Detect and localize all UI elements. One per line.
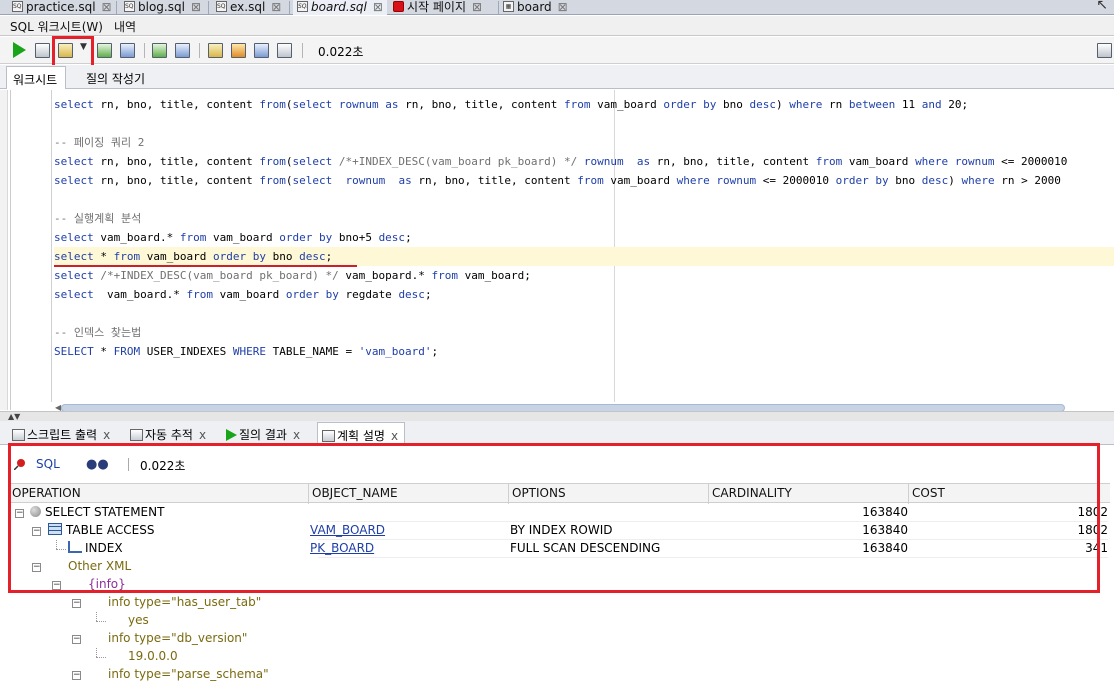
close-icon[interactable]: x	[391, 429, 398, 443]
code-line[interactable]: select vam_board.* from vam_board order …	[54, 228, 1114, 247]
editor-left-strip	[0, 90, 8, 410]
table-icon: ▦	[503, 1, 514, 12]
close-icon[interactable]: ⊠	[191, 0, 201, 14]
red-underline	[54, 265, 357, 267]
panel-splitter[interactable]: ▲▼	[0, 411, 1114, 421]
worksheet-tab-bar: SQL 워크시트(W) 내역	[0, 16, 1114, 36]
tab-sql-worksheet[interactable]: SQL 워크시트(W)	[10, 18, 103, 35]
tuning-icon	[120, 43, 135, 58]
file-tab-start-page[interactable]: 시작 페이지 ⊠	[393, 0, 482, 15]
file-tab-practice[interactable]: SQLpractice.sql⊠	[12, 0, 112, 15]
tree-node-has-user-tab[interactable]: − info type="has_user_tab"	[10, 594, 1110, 612]
worksheet-toolbar: ▼ 0.022초	[0, 37, 1114, 64]
autotrace-button[interactable]	[96, 42, 113, 59]
editor-subtab-bar: 워크시트 질의 작성기	[0, 65, 1114, 89]
sql-file-icon: SQL	[297, 1, 308, 12]
code-line[interactable]	[54, 114, 1114, 133]
explain-plan-icon	[322, 430, 335, 442]
file-tab-board[interactable]: ▦ board ⊠	[503, 0, 568, 15]
history-icon	[254, 43, 269, 58]
code-line[interactable]: select rn, bno, title, content from(sele…	[54, 171, 1114, 190]
tab-worksheet[interactable]: 워크시트	[6, 66, 67, 89]
file-tab-board-sql[interactable]: SQLboard.sql⊠	[293, 0, 387, 15]
clear-button[interactable]	[230, 42, 247, 59]
tab-query-result[interactable]: 질의 결과 x	[226, 426, 300, 443]
close-icon[interactable]: x	[199, 428, 206, 442]
close-icon[interactable]: ⊠	[271, 0, 281, 14]
tree-node-value: 19.0.0.0	[10, 648, 1110, 666]
script-icon	[35, 43, 50, 58]
play-icon	[226, 429, 237, 441]
code-line[interactable]: select rn, bno, title, content from(sele…	[54, 152, 1114, 171]
eraser-icon	[231, 43, 246, 58]
sql-file-icon: SQL	[12, 1, 23, 12]
resize-arrow-icon[interactable]: ↖	[1096, 0, 1108, 13]
code-line[interactable]: select /*+INDEX_DESC(vam_board pk_board)…	[54, 266, 1114, 285]
rollback-button[interactable]	[174, 42, 191, 59]
tab-autotrace[interactable]: 자동 추적 x	[130, 426, 206, 443]
sql-file-icon: SQL	[216, 1, 227, 12]
elapsed-time: 0.022초	[318, 45, 364, 59]
script-output-icon	[12, 429, 25, 441]
play-icon	[13, 42, 26, 58]
code-line[interactable]: select * from vam_board order by bno des…	[54, 247, 1114, 266]
code-line[interactable]: select vam_board.* from vam_board order …	[54, 285, 1114, 304]
tab-history[interactable]: 내역	[114, 18, 136, 35]
sql-history-button[interactable]	[253, 42, 270, 59]
file-tab-ex[interactable]: SQLex.sql⊠	[216, 0, 281, 15]
sql-tuning-button[interactable]	[119, 42, 136, 59]
tab-explain-plan[interactable]: 계획 설명 x	[317, 422, 406, 445]
tree-node-parse-schema[interactable]: − info type="parse_schema"	[10, 666, 1110, 683]
output-tab-bar: 스크립트 출력 x 자동 추적 x 질의 결과 x 계획 설명 x	[0, 421, 1114, 445]
code-area[interactable]: select rn, bno, title, content from(sele…	[54, 95, 1114, 361]
tree-node-value: yes	[10, 612, 1110, 630]
tab-query-builder[interactable]: 질의 작성기	[86, 70, 145, 87]
code-line[interactable]: SELECT * FROM USER_INDEXES WHERE TABLE_N…	[54, 342, 1114, 361]
code-comment-line[interactable]: -- 인덱스 찾는법	[54, 323, 1114, 342]
code-comment-line[interactable]: -- 실행계획 분석	[54, 209, 1114, 228]
code-comment-line[interactable]: -- 페이징 쿼리 2	[54, 133, 1114, 152]
autotrace-icon	[130, 429, 143, 441]
close-icon[interactable]: x	[103, 428, 110, 442]
close-icon[interactable]: ⊠	[558, 0, 568, 14]
sql-file-icon: SQL	[124, 1, 135, 12]
autotrace-icon	[97, 43, 112, 58]
run-script-button[interactable]	[34, 42, 51, 59]
close-icon[interactable]: ⊠	[373, 0, 383, 14]
file-tab-bar: SQLpractice.sql⊠ SQLblog.sql⊠ SQLex.sql⊠…	[0, 0, 1114, 15]
rollback-icon	[175, 43, 190, 58]
code-line[interactable]	[54, 190, 1114, 209]
connection-button[interactable]	[1096, 42, 1113, 59]
code-line[interactable]	[54, 304, 1114, 323]
tree-node-db-version[interactable]: − info type="db_version"	[10, 630, 1110, 648]
format-icon	[277, 43, 292, 58]
close-icon[interactable]: x	[293, 428, 300, 442]
file-tab-blog[interactable]: SQLblog.sql⊠	[124, 0, 201, 15]
sql-editor[interactable]: select rn, bno, title, content from(sele…	[10, 90, 1114, 412]
commit-icon	[152, 43, 167, 58]
unshared-icon	[208, 43, 223, 58]
close-icon[interactable]: ⊠	[102, 0, 112, 14]
format-button[interactable]	[276, 42, 293, 59]
commit-button[interactable]	[151, 42, 168, 59]
unshared-sql-button[interactable]	[207, 42, 224, 59]
highlight-box	[52, 36, 94, 68]
editor-gutter	[51, 90, 52, 402]
collapse-icon[interactable]: −	[72, 671, 81, 680]
highlight-box	[8, 443, 1100, 593]
collapse-icon[interactable]: −	[72, 635, 81, 644]
database-icon	[1097, 43, 1112, 58]
code-line[interactable]: select rn, bno, title, content from(sele…	[54, 95, 1114, 114]
collapse-icon[interactable]: −	[72, 599, 81, 608]
tab-script-output[interactable]: 스크립트 출력 x	[12, 426, 110, 443]
close-icon[interactable]: ⊠	[472, 0, 482, 14]
oracle-start-icon	[393, 1, 404, 12]
run-statement-button[interactable]	[11, 42, 28, 59]
